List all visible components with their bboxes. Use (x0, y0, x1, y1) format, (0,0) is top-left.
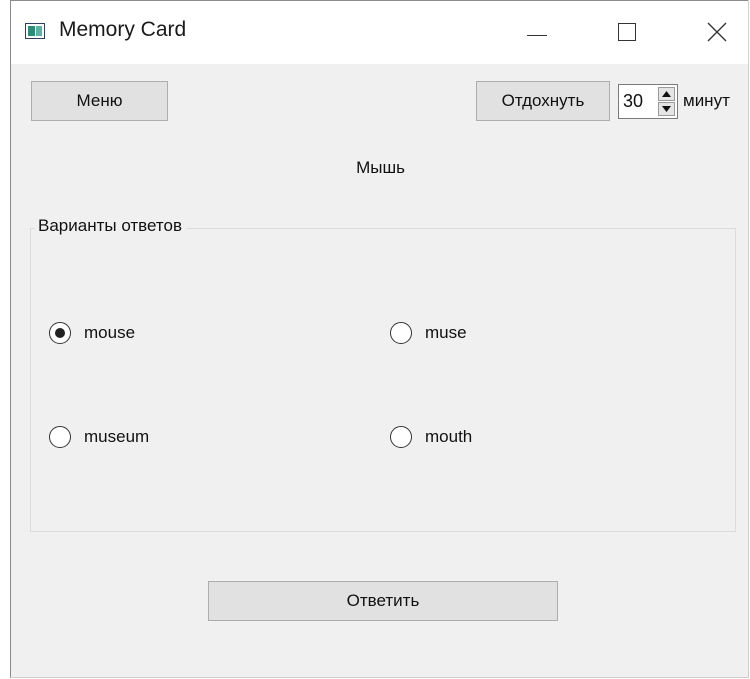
app-window: Memory Card Меню Отдохнуть 30 минут Мышь… (10, 0, 749, 678)
close-icon (707, 22, 727, 42)
answer-option-1[interactable]: mouse (49, 320, 135, 346)
answer-option-3[interactable]: museum (49, 424, 149, 450)
answer-option-4[interactable]: mouth (390, 424, 472, 450)
question-text: Мышь (356, 158, 405, 177)
spin-down-button[interactable] (658, 102, 675, 116)
arrow-down-icon (662, 106, 671, 112)
answers-group (30, 228, 736, 532)
maximize-icon (618, 23, 636, 41)
answer-option-label: mouse (84, 323, 136, 342)
rest-minutes-spinbox[interactable]: 30 (618, 84, 678, 119)
window-title: Memory Card (59, 18, 187, 41)
answer-button[interactable]: Ответить (208, 581, 558, 621)
minimize-button[interactable] (514, 1, 560, 65)
radio-button[interactable] (49, 426, 71, 448)
maximize-button[interactable] (604, 1, 650, 65)
menu-button[interactable]: Меню (31, 81, 168, 121)
spin-arrows (658, 87, 675, 116)
app-window-icon (25, 23, 45, 39)
answer-option-label: mouth (425, 427, 473, 446)
minutes-unit-label: минут (683, 91, 730, 110)
radio-button[interactable] (390, 322, 412, 344)
answer-option-label: muse (425, 323, 467, 342)
answer-option-2[interactable]: muse (390, 320, 467, 346)
answer-option-label: museum (84, 427, 150, 446)
spin-up-button[interactable] (658, 87, 675, 101)
answers-group-title: Варианты ответов (34, 216, 186, 236)
close-button[interactable] (694, 1, 740, 65)
rest-button[interactable]: Отдохнуть (476, 81, 610, 121)
rest-minutes-value: 30 (623, 91, 644, 111)
title-bar[interactable]: Memory Card (11, 0, 748, 64)
radio-button[interactable] (390, 426, 412, 448)
arrow-up-icon (662, 91, 671, 97)
radio-selected-dot (55, 328, 65, 338)
radio-button[interactable] (49, 322, 71, 344)
minimize-icon (527, 35, 547, 36)
